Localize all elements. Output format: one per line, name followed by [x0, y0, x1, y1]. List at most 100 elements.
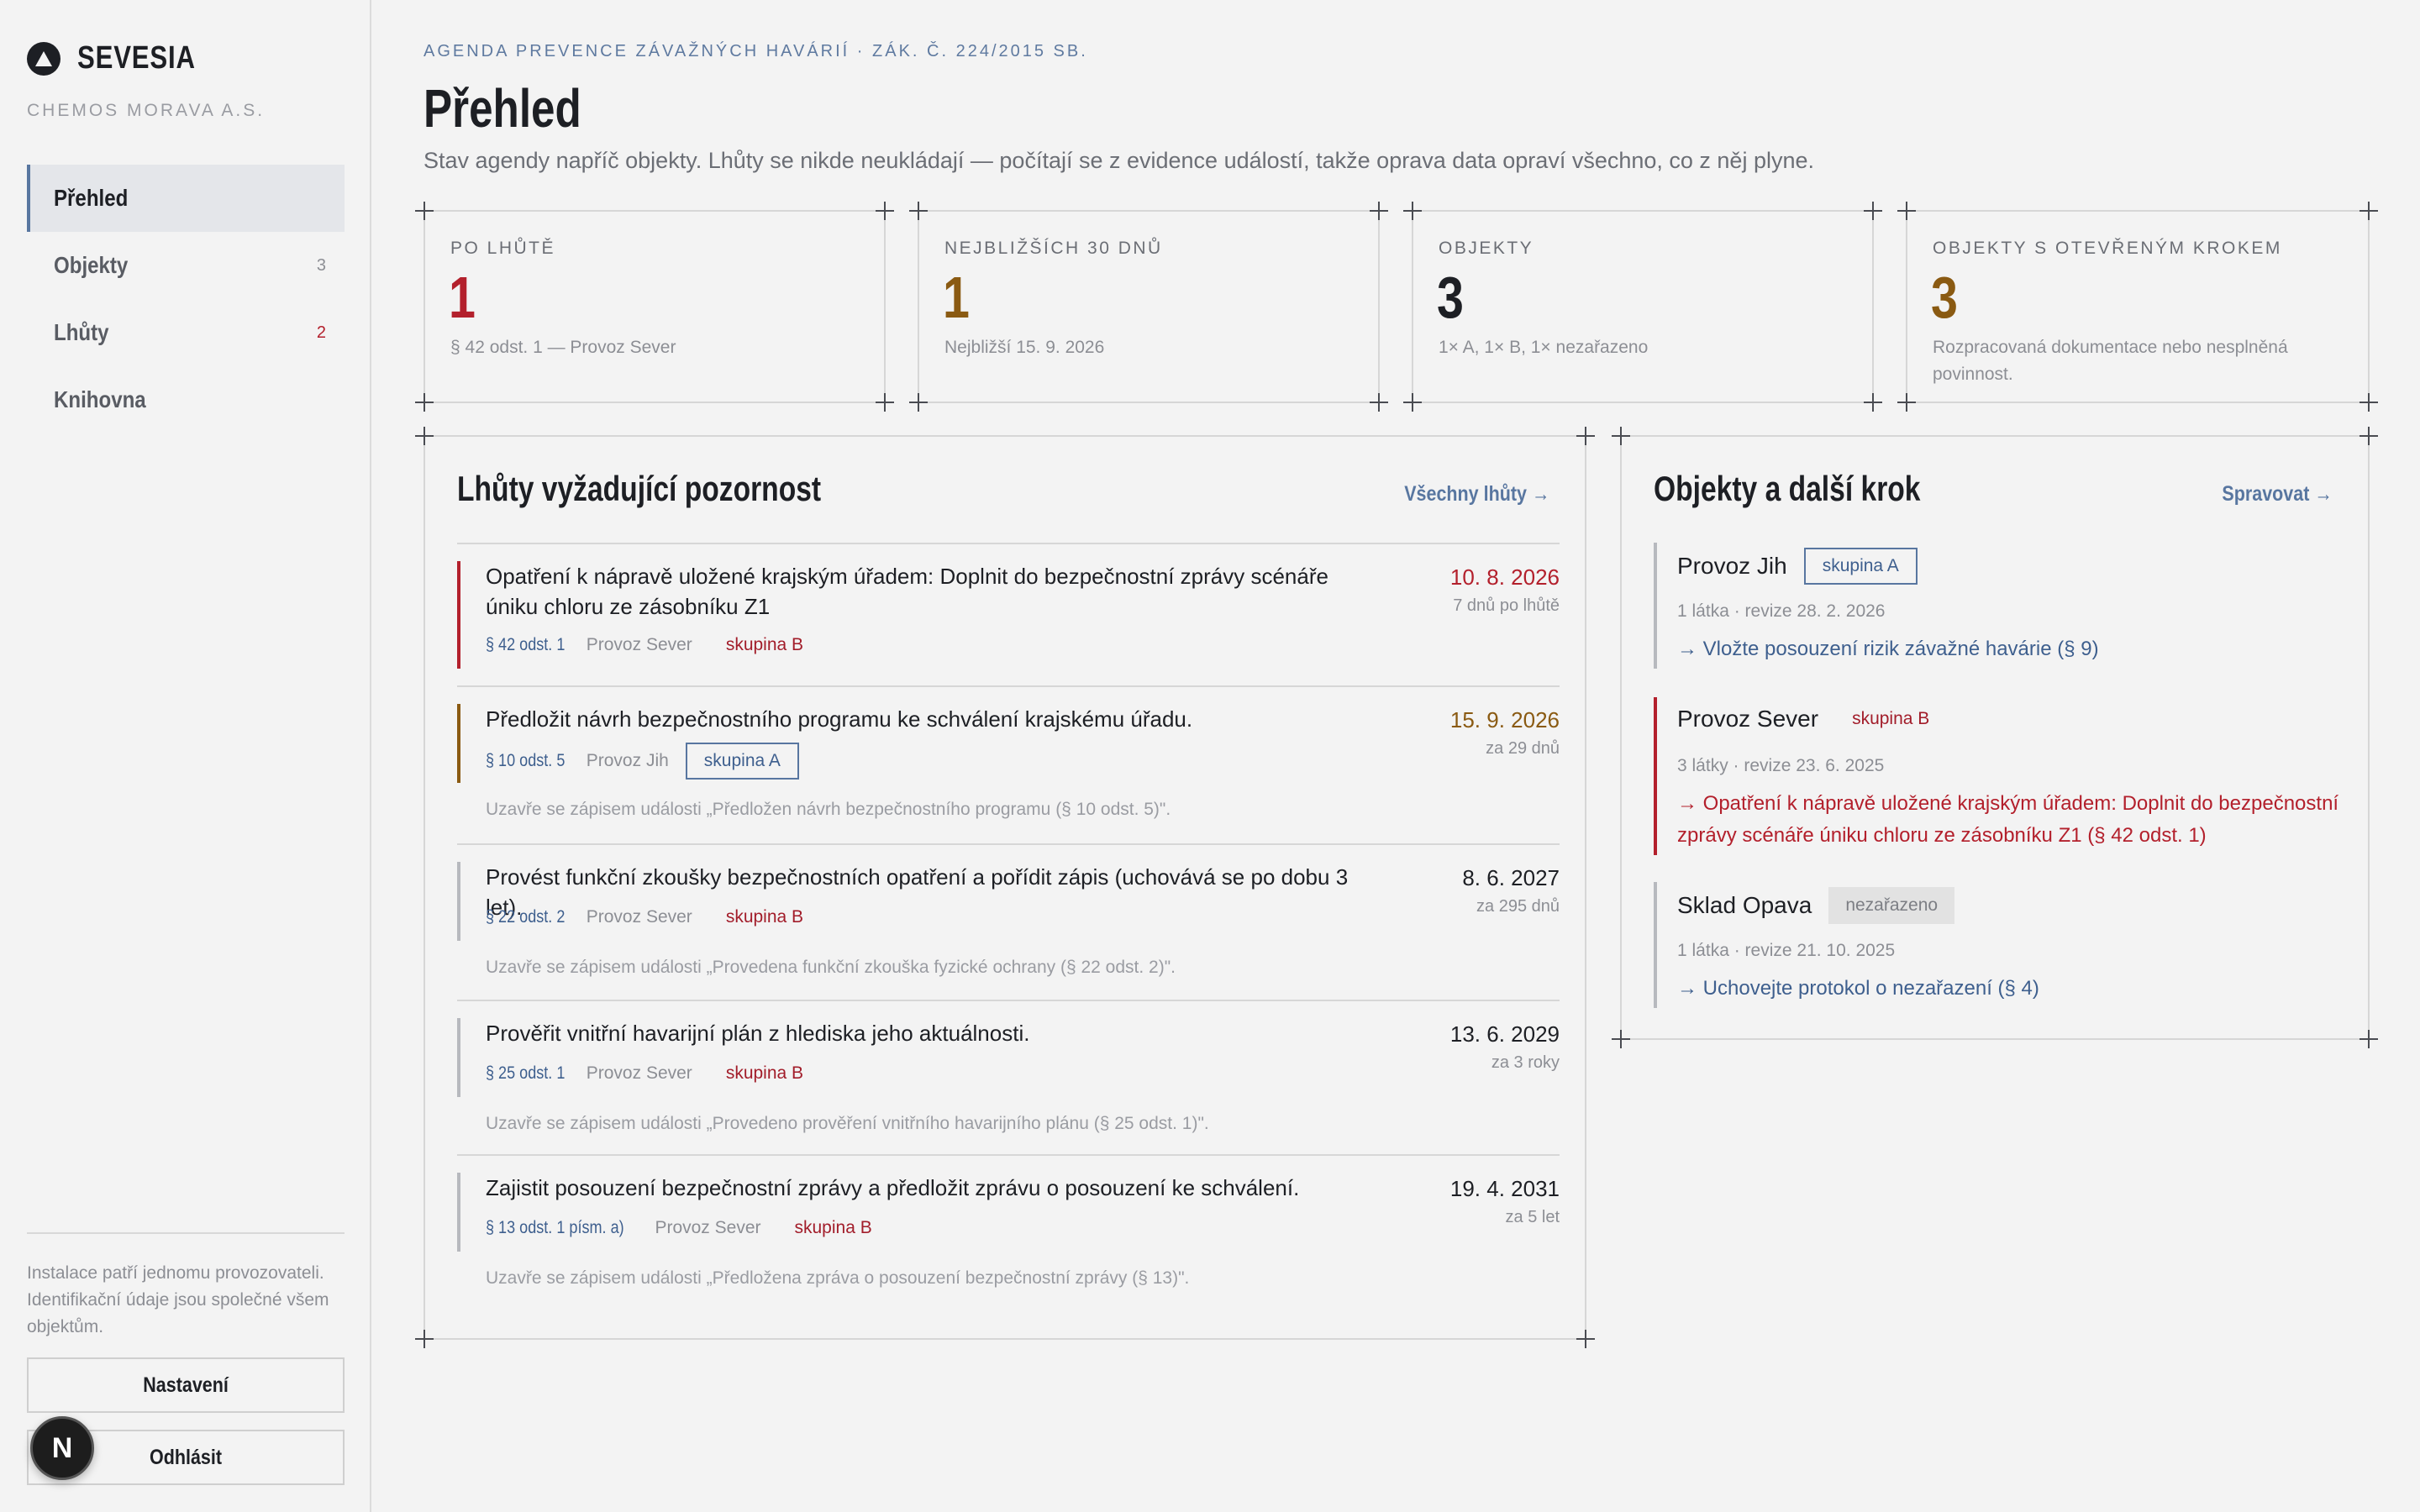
deadline-relative: za 29 dnů [1486, 739, 1560, 758]
group-badge: skupina B [725, 1063, 804, 1083]
logout-button-label: Odhlásit [149, 1445, 222, 1469]
paragraph-reference: § 25 odst. 1 [486, 1063, 566, 1083]
stat-card-overdue: PO LHŮTĚ 1 § 42 odst. 1 — Provoz Sever [415, 202, 894, 412]
status-bar [457, 704, 460, 783]
panel-title: Objekty a další krok [1654, 469, 1921, 508]
all-deadlines-link[interactable]: Všechny lhůty → [1404, 482, 1549, 507]
deadline-meta: § 10 odst. 5 Provoz Jih skupina A [486, 743, 799, 780]
nav-item-prehled[interactable]: Přehled [27, 165, 345, 232]
deadline-relative: za 5 let [1505, 1208, 1560, 1226]
settings-button-label: Nastavení [143, 1373, 229, 1397]
main-nav: Přehled Objekty 3 Lhůty 2 Knihovna [27, 165, 345, 433]
deadline-meta: § 22 odst. 2 Provoz Sever skupina B [486, 900, 820, 934]
object-name: Provoz Sever [655, 1218, 761, 1237]
panel-title: Lhůty vyžadující pozornost [457, 469, 822, 508]
stat-note: Nejbližší 15. 9. 2026 [944, 338, 1105, 357]
deadline-date: 19. 4. 2031 [1449, 1176, 1560, 1201]
status-bar [457, 1018, 460, 1097]
settings-button[interactable]: Nastavení [27, 1357, 345, 1413]
nav-count-badge: 3 [316, 255, 326, 275]
group-badge: skupina A [685, 743, 799, 780]
deadline-text: Prověřit vnitřní havarijní plán z hledis… [486, 1021, 1030, 1046]
object-name: Provoz Sever [586, 907, 692, 927]
objects-panel: Objekty a další krok Spravovat → Provoz … [1612, 427, 2378, 1048]
deadline-meta: § 13 odst. 1 písm. a) Provoz Sever skupi… [486, 1211, 889, 1245]
nav-item-label: Přehled [54, 185, 129, 211]
closing-note: Uzavře se zápisem události „Provedeno pr… [486, 1114, 1209, 1133]
object-item[interactable]: Sklad Opava nezařazeno 1 látka · revize … [1654, 882, 2343, 1008]
deadlines-panel: Lhůty vyžadující pozornost Všechny lhůty… [415, 427, 1595, 1348]
nav-item-label: Lhůty [54, 319, 109, 345]
page-title: Přehled [424, 78, 581, 139]
stat-value: 3 [1931, 265, 1958, 330]
deadline-item[interactable]: Opatření k nápravě uložené krajským úřad… [457, 544, 1560, 687]
deadline-item[interactable]: Předložit návrh bezpečnostního programu … [457, 687, 1560, 845]
group-badge: skupina B [725, 635, 804, 654]
nav-item-knihovna[interactable]: Knihovna [27, 366, 345, 433]
deadline-text: Opatření k nápravě uložené krajským úřad… [486, 564, 1328, 619]
status-bar [457, 1173, 460, 1252]
object-meta: 1 látka · revize 28. 2. 2026 [1677, 601, 1886, 621]
deadline-list: Opatření k nápravě uložené krajským úřad… [457, 543, 1560, 1304]
closing-note: Uzavře se zápisem události „Předložen ná… [486, 800, 1171, 819]
stat-label: NEJBLIŽŠÍCH 30 DNŮ [944, 239, 1163, 258]
paragraph-reference: § 42 odst. 1 [486, 635, 566, 654]
deadline-meta: § 25 odst. 1 Provoz Sever skupina B [486, 1057, 820, 1090]
deadline-date: 8. 6. 2027 [1462, 865, 1560, 890]
object-name: Provoz Sever [586, 635, 692, 654]
group-badge: skupina A [1803, 548, 1918, 585]
deadline-relative: za 3 roky [1491, 1053, 1560, 1072]
stat-note: Rozpracovaná dokumentace nebo nesplněná … [1933, 338, 2288, 384]
manage-objects-link[interactable]: Spravovat → [2223, 482, 2333, 507]
group-badge: skupina B [794, 1218, 872, 1237]
status-bar [457, 561, 460, 669]
brand[interactable]: SEVESIA [27, 40, 222, 76]
object-name: Sklad Opava [1677, 892, 1812, 918]
nav-item-label: Objekty [54, 252, 129, 278]
brand-name: SEVESIA [77, 40, 196, 76]
deadline-date: 15. 9. 2026 [1449, 707, 1560, 732]
deadline-text: Zajistit posouzení bezpečnostní zprávy a… [486, 1175, 1300, 1200]
nav-item-objekty[interactable]: Objekty 3 [27, 232, 345, 299]
stat-card-objects: OBJEKTY 3 1× A, 1× B, 1× nezařazeno [1403, 202, 1882, 412]
object-name: Provoz Sever [586, 1063, 692, 1083]
object-meta: 1 látka · revize 21. 10. 2025 [1677, 941, 1896, 960]
next-step-link[interactable]: → Uchovejte protokol o nezařazení (§ 4) [1677, 973, 2349, 1005]
paragraph-reference: § 22 odst. 2 [486, 907, 566, 927]
brand-logo-icon [27, 41, 60, 76]
page-eyebrow: AGENDA PREVENCE ZÁVAŽNÝCH HAVÁRIÍ · ZÁK.… [424, 42, 1088, 60]
deadline-item[interactable]: Prověřit vnitřní havarijní plán z hledis… [457, 1001, 1560, 1156]
deadline-date: 13. 6. 2029 [1449, 1021, 1560, 1047]
stat-label: OBJEKTY S OTEVŘENÝM KROKEM [1933, 239, 2282, 258]
deadline-item[interactable]: Provést funkční zkoušky bezpečnostních o… [457, 845, 1560, 1001]
object-item[interactable]: Provoz Jih skupina A 1 látka · revize 28… [1654, 543, 2343, 669]
stat-note: § 42 odst. 1 — Provoz Sever [450, 338, 676, 357]
object-name: Provoz Jih [1677, 553, 1787, 579]
deadline-item[interactable]: Zajistit posouzení bezpečnostní zprávy a… [457, 1156, 1560, 1304]
object-meta: 3 látky · revize 23. 6. 2025 [1677, 756, 1885, 775]
deadline-date: 10. 8. 2026 [1449, 564, 1560, 590]
status-bar [457, 862, 460, 941]
stat-note: 1× A, 1× B, 1× nezařazeno [1439, 338, 1649, 357]
next-step-link[interactable]: → Opatření k nápravě uložené krajským úř… [1677, 788, 2349, 852]
object-header: Sklad Opava nezařazeno [1677, 887, 1955, 924]
organization-name: CHEMOS MORAVA A.S. [27, 101, 266, 120]
next-step-link[interactable]: → Vložte posouzení rizik závažné havárie… [1677, 633, 2349, 665]
stat-label: PO LHŮTĚ [450, 239, 556, 258]
object-item[interactable]: Provoz Sever skupina B 3 látky · revize … [1654, 697, 2343, 855]
object-name: Provoz Sever [1677, 706, 1819, 732]
installation-note: Instalace patří jednomu provozovateli. I… [27, 1263, 329, 1336]
group-badge: skupina B [725, 907, 804, 927]
stat-value: 3 [1437, 265, 1464, 330]
object-header: Provoz Sever skupina B [1677, 702, 1946, 736]
avatar[interactable]: N [30, 1416, 94, 1480]
paragraph-reference: § 10 odst. 5 [486, 751, 566, 770]
stat-card-upcoming: NEJBLIŽŠÍCH 30 DNŮ 1 Nejbližší 15. 9. 20… [909, 202, 1388, 412]
closing-note: Uzavře se zápisem události „Provedena fu… [486, 958, 1176, 977]
deadline-relative: za 295 dnů [1476, 897, 1560, 916]
object-name: Provoz Jih [586, 751, 669, 770]
sidebar: SEVESIA CHEMOS MORAVA A.S. Přehled Objek… [0, 0, 371, 1512]
object-header: Provoz Jih skupina A [1677, 548, 1918, 585]
nav-item-lhuty[interactable]: Lhůty 2 [27, 299, 345, 366]
sidebar-divider [27, 1232, 345, 1234]
